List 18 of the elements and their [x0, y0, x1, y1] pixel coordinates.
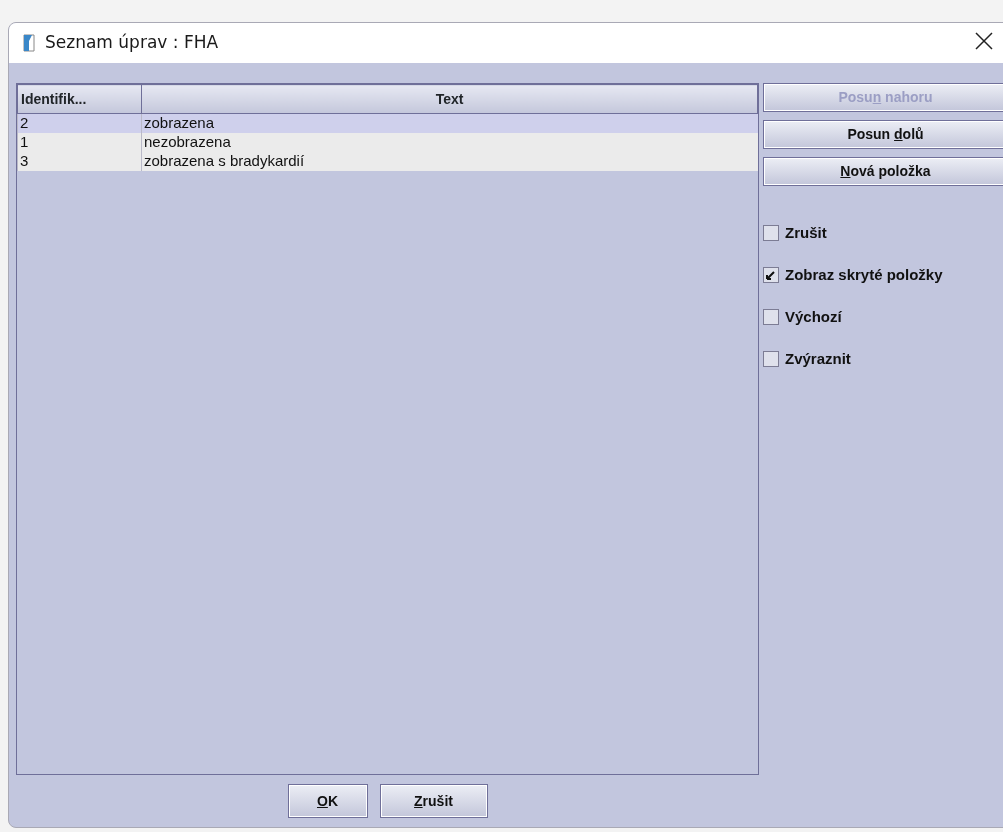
checkbox[interactable]: [763, 309, 779, 325]
checkbox[interactable]: [763, 351, 779, 367]
column-header[interactable]: Identifik...: [17, 84, 142, 114]
app-icon: [23, 34, 35, 52]
window-title: Seznam úprav : FHA: [45, 31, 219, 55]
checkbox-label[interactable]: Výchozí: [785, 305, 842, 329]
check-icon: [766, 270, 776, 280]
checkbox-label[interactable]: Zobraz skryté položky: [785, 263, 943, 287]
checkbox-label[interactable]: Zvýraznit: [785, 347, 851, 371]
side-button[interactable]: Nová položka: [763, 157, 1003, 186]
cancel-button[interactable]: Zrušit: [379, 784, 488, 818]
column-header[interactable]: Text: [141, 84, 758, 114]
ok-button[interactable]: OK: [287, 784, 368, 818]
close-icon[interactable]: [975, 32, 993, 50]
checkbox[interactable]: [763, 225, 779, 241]
side-button[interactable]: Posun dolů: [763, 120, 1003, 149]
checkbox-label[interactable]: Zrušit: [785, 221, 827, 245]
checkbox[interactable]: [763, 267, 779, 283]
